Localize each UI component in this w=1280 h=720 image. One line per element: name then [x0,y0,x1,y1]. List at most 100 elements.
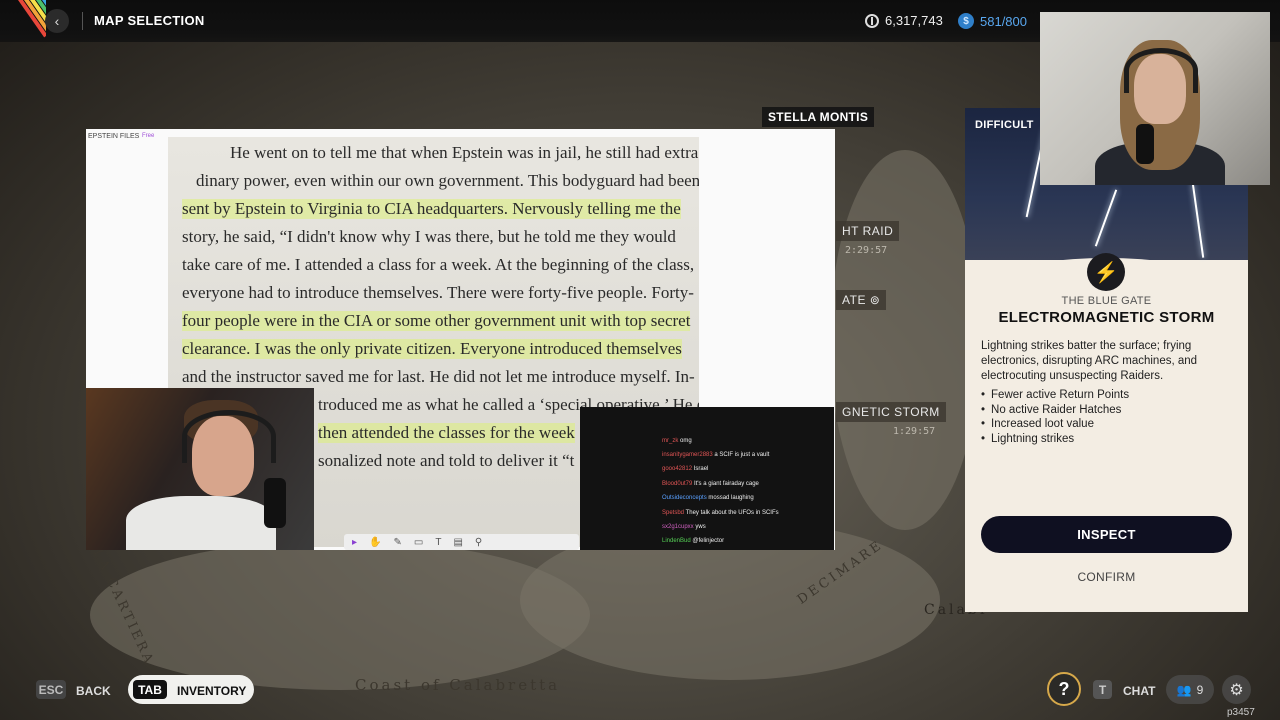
map-location-label[interactable]: STELLA MONTIS [762,107,875,127]
map-terrain [90,540,590,690]
chat-text: It's a giant fairaday cage [694,481,759,487]
coins-display: 6,317,743 [865,13,943,28]
friends-count: 9 [1196,682,1204,697]
chat-user: gooo42812 [662,466,693,472]
settings-button[interactable]: ⚙ [1222,675,1251,704]
friends-icon: 👥 [1176,682,1192,697]
chevron-left-icon: ‹ [54,13,60,29]
chat-message: mr_zk omg [662,438,692,444]
capacity-value: 581/800 [980,13,1027,29]
webcam-overlay-bottom [86,388,314,550]
map-event-gate[interactable]: ATE ⊚ [836,290,887,310]
microphone [1136,124,1154,164]
chat-text: omg [680,438,692,444]
modifier-item: Increased loot value [981,417,1129,432]
chat-text: a SCIF is just a vault [714,452,770,458]
lightning-bolt [1094,189,1118,247]
lightning-icon: ⚡ [1087,253,1125,291]
chat-message: gooo42812 Israel [662,466,708,472]
chat-user: mr_zk [662,438,679,444]
chat-message: Spetsbd They talk about the UFOs in SCIF… [662,510,779,516]
inspect-button[interactable]: INSPECT [981,516,1232,553]
chat-text: Israel [693,466,709,472]
chat-message: LindenBud @felinjector [662,538,724,544]
build-id: p3457 [1227,707,1255,718]
microphone [264,478,286,528]
document-line: everyone had to introduce themselves. Th… [182,283,694,302]
coin-icon [865,13,879,28]
chat-user: Outsideconcepts [662,495,707,501]
difficulty-label: DIFFICULT [975,119,1034,131]
document-tab-badge: Free [142,133,155,139]
coins-value: 6,317,743 [885,13,943,28]
document-line: sent by Epstein to Virginia to CIA headq… [182,199,681,219]
capacity-display: $ 581/800 [958,13,1027,29]
inventory-label[interactable]: INVENTORY [177,684,246,698]
text-tool-icon[interactable]: T [435,537,441,548]
chat-button[interactable]: CHAT [1123,684,1155,698]
document-line: four people were in the CIA or some othe… [182,311,691,331]
cursor-tool-icon[interactable]: ▸ [352,537,357,548]
gear-icon: ⚙ [1229,681,1244,699]
chat-user: sx2g1cupxx [662,524,694,530]
modifier-item: No active Raider Hatches [981,403,1129,418]
document-toolbar: ▸ ✋ ✎ ▭ T ▤ ⚲ [344,534,579,550]
chat-user: insanitygamer2883 [662,452,713,458]
confirm-button[interactable]: CONFIRM [981,567,1232,587]
chat-overlay: mr_zk omg insanitygamer2883 a SCIF is ju… [580,407,834,550]
highlight-tool-icon[interactable]: ✎ [393,537,401,548]
chat-user: LindenBud [662,538,691,544]
esc-key[interactable]: ESC [36,680,66,699]
stamp-tool-icon[interactable]: ⚲ [475,537,482,548]
chat-message: insanitygamer2883 a SCIF is just a vault [662,452,769,458]
modifier-item: Lightning strikes [981,432,1129,447]
map-label-coast: Coast of Calabretta [355,676,561,694]
friends-button[interactable]: 👥 9 [1166,675,1214,704]
modifier-item: Fewer active Return Points [981,388,1129,403]
info-icon: ⊚ [869,293,881,307]
divider [82,12,83,30]
document-line: He went on to tell me that when Epstein … [230,143,699,162]
document-line: sonalized note and told to deliver it “t [318,451,575,470]
map-event-storm[interactable]: GNETIC STORM [836,402,946,422]
chat-key[interactable]: T [1093,680,1112,699]
document-line: clearance. I was the only private citize… [182,339,682,359]
shape-tool-icon[interactable]: ▭ [414,537,423,548]
document-line: dinary power, even within our own govern… [196,171,699,190]
lightning-bolt [1191,183,1205,258]
document-tab-title[interactable]: EPSTEIN FILES [88,133,139,140]
back-arrow-button[interactable]: ‹ [45,9,69,33]
note-tool-icon[interactable]: ▤ [453,537,462,548]
tab-key[interactable]: TAB [133,680,167,699]
document-line: then attended the classes for the week [318,423,575,443]
map-event-label: ATE [842,293,866,307]
modifier-list: Fewer active Return Points No active Rai… [981,388,1129,447]
webcam-person-shirt [126,496,276,550]
chat-user: Spetsbd [662,510,685,516]
chat-message: sx2g1cupxx yws [662,524,706,530]
hand-tool-icon[interactable]: ✋ [369,537,381,548]
page-title: MAP SELECTION [94,13,205,28]
map-event-timer: 2:29:57 [845,245,888,256]
chat-text: @felinjector [692,538,725,544]
headset [1124,48,1198,93]
event-description: Lightning strikes batter the surface; fr… [981,340,1198,382]
help-button[interactable]: ? [1047,672,1081,706]
map-event-timer: 1:29:57 [893,426,936,437]
question-icon: ? [1058,678,1070,699]
map-name: THE BLUE GATE [1061,295,1152,307]
chat-message: Outsideconcepts mossad laughing [662,495,754,501]
document-line: and the instructor saved me for last. He… [182,367,695,386]
chat-text: yws [695,524,706,530]
headset [182,410,276,463]
stash-icon: $ [958,13,974,29]
chat-message: Blood0ut79 It's a giant fairaday cage [662,481,759,487]
map-event-night-raid[interactable]: HT RAID [836,221,900,241]
chat-text: They talk about the UFOs in SCIFs [685,510,779,516]
back-button[interactable]: BACK [76,684,111,698]
document-line: take care of me. I attended a class for … [182,255,695,274]
logo-icon [0,0,46,42]
chat-text: mossad laughing [708,495,754,501]
map-terrain [830,150,980,530]
chat-user: Blood0ut79 [662,481,693,487]
